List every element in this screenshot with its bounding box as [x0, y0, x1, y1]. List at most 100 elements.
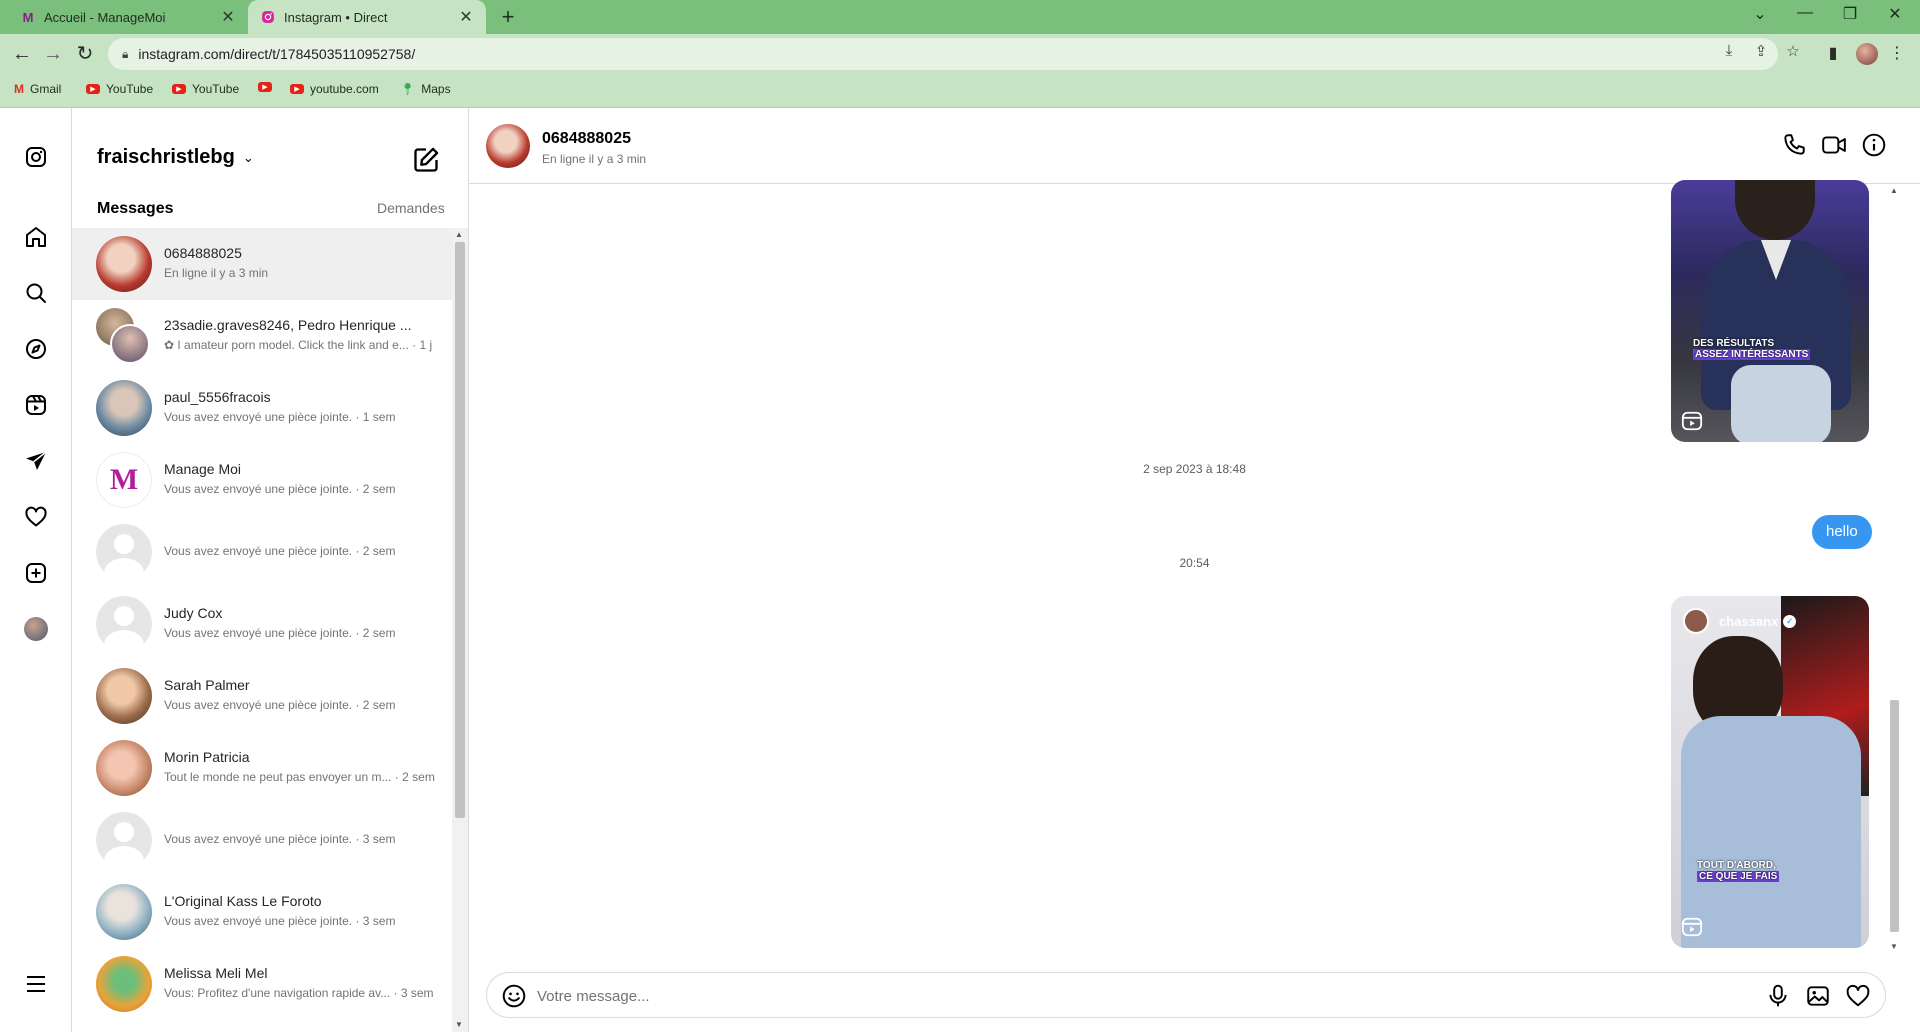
thread-preview: Vous avez envoyé une pièce jointe. · 2 s…	[164, 698, 396, 712]
bookmark-label: YouTube	[106, 82, 154, 96]
thread-item[interactable]: M Manage Moi Vous avez envoyé une pièce …	[72, 444, 452, 516]
audio-call-icon[interactable]	[1781, 132, 1809, 160]
explore-compass-icon[interactable]	[22, 335, 50, 363]
thread-item[interactable]: Judy Cox Vous avez envoyé une pièce join…	[72, 588, 452, 660]
message-input[interactable]	[537, 981, 1717, 1011]
inbox-scrollbar-thumb[interactable]	[455, 242, 465, 818]
reload-icon[interactable]: ↻	[72, 41, 98, 67]
video-call-icon[interactable]	[1821, 132, 1849, 160]
maps-icon: 📍︎	[400, 82, 416, 96]
side-panel-icon[interactable]: ▮	[1822, 43, 1844, 63]
like-heart-icon[interactable]	[1845, 983, 1871, 1009]
reel-caption: DES RÉSULTATS ASSEZ INTÉRESSANTS	[1693, 338, 1811, 360]
add-photo-icon[interactable]	[1805, 983, 1831, 1009]
search-icon[interactable]	[22, 279, 50, 307]
thread-item[interactable]: 0684888025 En ligne il y a 3 min	[72, 228, 452, 300]
bookmark-youtube-com[interactable]: ▶ youtube.com	[290, 82, 379, 96]
back-icon[interactable]: ←	[9, 41, 35, 67]
thread-item[interactable]: Vous avez envoyé une pièce jointe. · 2 s…	[72, 516, 452, 588]
chat-panel: 0684888025 En ligne il y a 3 min DES RÉS…	[469, 108, 1920, 1032]
instagram-favicon-icon	[260, 9, 276, 25]
message-thread: DES RÉSULTATS ASSEZ INTÉRESSANTS 2 sep 2…	[469, 180, 1920, 948]
bookmark-youtube-3[interactable]: ▶	[258, 82, 278, 92]
close-tab-icon[interactable]: ✕	[458, 7, 474, 27]
url-text: instagram.com/direct/t/17845035110952758…	[138, 46, 416, 62]
thread-avatar	[96, 740, 152, 796]
outgoing-message-bubble[interactable]: hello	[1812, 515, 1872, 549]
instagram-logo-icon[interactable]	[22, 143, 50, 171]
thread-preview: En ligne il y a 3 min	[164, 266, 269, 280]
thread-preview: Vous avez envoyé une pièce jointe. · 3 s…	[164, 832, 396, 846]
reel-play-icon	[1681, 410, 1703, 432]
thread-item[interactable]: paul_5556fracois Vous avez envoyé une pi…	[72, 372, 452, 444]
thread-preview: Vous avez envoyé une pièce jointe. · 2 s…	[164, 626, 396, 640]
tab-search-chevron-icon[interactable]: ⌄	[1740, 4, 1780, 24]
thread-avatar	[96, 956, 152, 1012]
youtube-icon: ▶	[86, 84, 100, 94]
browser-menu-icon[interactable]: ⋮	[1886, 43, 1908, 63]
thread-item[interactable]: Morin Patricia Tout le monde ne peut pas…	[72, 732, 452, 804]
shared-reel-message[interactable]: DES RÉSULTATS ASSEZ INTÉRESSANTS	[1671, 180, 1869, 442]
notifications-heart-icon[interactable]	[22, 503, 50, 531]
voice-message-microphone-icon[interactable]	[1765, 983, 1791, 1009]
requests-link[interactable]: Demandes	[377, 200, 445, 216]
thread-name: paul_5556fracois	[164, 389, 271, 405]
create-post-icon[interactable]	[22, 559, 50, 587]
browser-tab-bar: M Accueil - ManageMoi ✕ Instagram • Dire…	[0, 0, 1920, 34]
contact-avatar[interactable]	[486, 124, 530, 168]
browser-profile-avatar[interactable]	[1856, 43, 1878, 65]
address-bar[interactable]: 🔒︎ instagram.com/direct/t/17845035110952…	[108, 38, 1778, 70]
more-menu-icon[interactable]	[22, 970, 50, 998]
verified-badge-icon: ✓	[1783, 614, 1797, 628]
scroll-up-arrow-icon[interactable]: ▲	[455, 230, 463, 239]
scroll-down-arrow-icon[interactable]: ▼	[455, 1020, 463, 1029]
tab-instagram-direct[interactable]: Instagram • Direct ✕	[248, 0, 486, 34]
close-tab-icon[interactable]: ✕	[220, 7, 236, 27]
install-app-icon[interactable]: ⤓	[1718, 42, 1740, 59]
new-message-compose-icon[interactable]	[412, 146, 440, 174]
minimize-icon[interactable]: —	[1785, 4, 1825, 22]
scroll-up-arrow-icon[interactable]: ▲	[1890, 186, 1898, 195]
message-timestamp: 20:54	[1179, 556, 1210, 570]
thread-name: 0684888025	[164, 245, 242, 261]
account-username: fraischristlebg	[97, 146, 235, 168]
thread-avatar	[96, 884, 152, 940]
contact-name[interactable]: 0684888025	[542, 130, 631, 148]
chat-scrollbar[interactable]: ▲ ▼	[1887, 184, 1902, 956]
bookmark-youtube-1[interactable]: ▶ YouTube	[86, 82, 153, 96]
direct-messages-icon[interactable]	[22, 447, 50, 475]
new-tab-icon[interactable]: +	[496, 4, 520, 30]
bookmark-gmail[interactable]: M Gmail	[14, 82, 61, 96]
tab-title: Instagram • Direct	[284, 9, 388, 25]
reel-author-avatar	[1683, 608, 1709, 634]
managemoi-favicon-icon: M	[22, 9, 34, 25]
emoji-picker-icon[interactable]	[501, 983, 527, 1009]
reel-author: chassanx ✓	[1683, 608, 1797, 634]
home-icon[interactable]	[22, 223, 50, 251]
share-icon[interactable]: ⇪	[1750, 42, 1772, 60]
tab-managemoi[interactable]: M Accueil - ManageMoi ✕	[8, 0, 248, 34]
thread-item[interactable]: Sarah Palmer Vous avez envoyé une pièce …	[72, 660, 452, 732]
scroll-down-arrow-icon[interactable]: ▼	[1890, 942, 1898, 951]
contact-status: En ligne il y a 3 min	[542, 152, 647, 166]
default-avatar-icon	[96, 596, 152, 652]
thread-item[interactable]: Melissa Meli Mel Vous: Profitez d'une na…	[72, 948, 452, 1020]
bookmark-star-icon[interactable]: ☆	[1782, 42, 1804, 60]
reels-icon[interactable]	[22, 391, 50, 419]
account-switcher[interactable]: fraischristlebg ⌄	[97, 146, 254, 169]
profile-avatar[interactable]	[24, 617, 48, 641]
inbox-scrollbar[interactable]: ▲ ▼	[452, 228, 468, 1032]
forward-icon[interactable]: →	[40, 41, 66, 67]
conversation-info-icon[interactable]	[1861, 132, 1889, 160]
bookmark-maps[interactable]: 📍︎ Maps	[400, 82, 451, 96]
thread-item[interactable]: 23sadie.graves8246, Pedro Henrique ... ✿…	[72, 300, 452, 372]
close-window-icon[interactable]: ✕	[1875, 4, 1915, 24]
reel-author-name: chassanx	[1719, 613, 1779, 629]
bookmark-youtube-2[interactable]: ▶ YouTube	[172, 82, 239, 96]
chat-scrollbar-thumb[interactable]	[1890, 700, 1899, 932]
restore-icon[interactable]: ❐	[1830, 4, 1870, 24]
thread-item[interactable]: L'Original Kass Le Foroto Vous avez envo…	[72, 876, 452, 948]
messages-heading: Messages	[97, 200, 174, 217]
thread-item[interactable]: Vous avez envoyé une pièce jointe. · 3 s…	[72, 804, 452, 876]
shared-reel-message[interactable]: chassanx ✓ TOUT D'ABORD, CE QUE JE FAIS	[1671, 596, 1869, 948]
